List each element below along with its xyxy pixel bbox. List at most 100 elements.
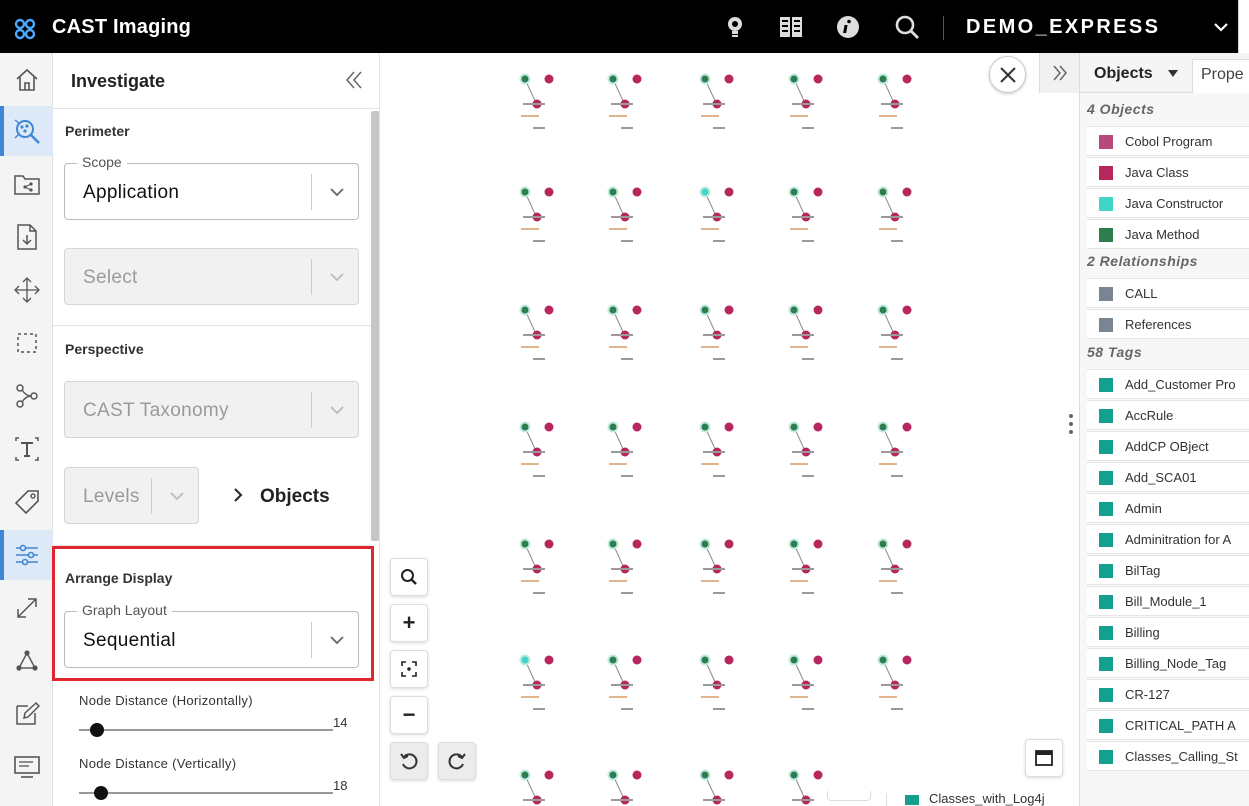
rail-home[interactable] [0, 55, 53, 105]
graph-node-cluster[interactable] [699, 421, 734, 478]
scope-select[interactable]: Scope Application [64, 154, 359, 220]
graph-node-cluster[interactable] [699, 769, 734, 806]
legend-tag-item[interactable]: Classes_Calling_St [1087, 741, 1249, 771]
graph-node-cluster[interactable] [607, 538, 642, 595]
graph-node-cluster[interactable] [788, 186, 823, 243]
graph-node-cluster[interactable] [699, 304, 734, 361]
zoom-in-button[interactable]: + [390, 604, 428, 642]
rail-graph[interactable] [0, 636, 53, 686]
legend-object-item[interactable]: Java Class [1087, 157, 1249, 187]
node-distance-v-thumb[interactable] [94, 786, 108, 800]
legend-tag-item[interactable]: Bill_Module_1 [1087, 586, 1249, 616]
legend-object-item[interactable]: Cobol Program [1087, 126, 1249, 156]
graph-node-cluster[interactable] [788, 73, 823, 130]
legend-relationship-item[interactable]: References [1087, 309, 1249, 339]
zoom-out-button[interactable]: − [390, 696, 428, 734]
graph-node-cluster[interactable] [607, 304, 642, 361]
graph-node-cluster[interactable] [607, 421, 642, 478]
close-button[interactable] [989, 56, 1026, 93]
rail-screen[interactable] [0, 742, 53, 792]
node-distance-h-slider[interactable] [79, 729, 333, 731]
tab-properties[interactable]: Prope [1192, 59, 1249, 93]
graph-node-cluster[interactable] [519, 421, 554, 478]
graph-node-cluster[interactable] [877, 654, 912, 711]
kebab-icon[interactable] [1068, 413, 1074, 435]
fit-view-button[interactable] [390, 650, 428, 688]
graph-node-cluster[interactable] [788, 654, 823, 711]
legend-tag-item[interactable]: Add_SCA01 [1087, 462, 1249, 492]
tab-objects[interactable]: Objects [1094, 65, 1153, 83]
graph-node-cluster[interactable] [699, 186, 734, 243]
legend-tag-item[interactable]: Billing [1087, 617, 1249, 647]
graph-node-cluster[interactable] [519, 73, 554, 130]
graph-node-cluster[interactable] [877, 186, 912, 243]
rail-file-download[interactable] [0, 212, 53, 262]
rail-expand[interactable] [0, 583, 53, 633]
chevron-down-icon[interactable] [1212, 18, 1230, 36]
graph-node-cluster[interactable] [877, 304, 912, 361]
rail-path[interactable] [0, 371, 53, 421]
legend-tag-item[interactable]: AccRule [1087, 400, 1249, 430]
report-icon[interactable] [778, 14, 804, 40]
legend-tag-item[interactable]: AddCP OBject [1087, 431, 1249, 461]
caret-down-icon[interactable] [1168, 70, 1178, 78]
graph-node-cluster[interactable] [519, 186, 554, 243]
graph-node-cluster[interactable] [699, 73, 734, 130]
search-icon[interactable] [894, 14, 920, 40]
graph-node-cluster[interactable] [699, 654, 734, 711]
redo-button[interactable] [438, 742, 476, 780]
rail-folder-share[interactable] [0, 159, 53, 209]
graph-node-cluster[interactable] [519, 538, 554, 595]
graph-node-cluster[interactable] [788, 769, 823, 806]
legend-tag-item[interactable]: Adminitration for A [1087, 524, 1249, 554]
bulb-icon[interactable] [722, 14, 748, 40]
graph-node-cluster[interactable] [519, 769, 554, 806]
graph-canvas[interactable]: + − [381, 53, 1079, 806]
panel-scrollbar[interactable] [371, 111, 379, 541]
legend-tag-item[interactable]: BilTag [1087, 555, 1249, 585]
graph-node-cluster[interactable] [788, 538, 823, 595]
perimeter-select[interactable]: Select [64, 248, 359, 305]
rail-settings-sliders[interactable] [0, 530, 53, 580]
undo-button[interactable] [390, 742, 428, 780]
canvas-search-button[interactable] [390, 558, 428, 596]
legend-tag-item[interactable]: Add_Customer Pro [1087, 369, 1249, 399]
graph-node-cluster[interactable] [607, 654, 642, 711]
graph-node-cluster[interactable] [607, 73, 642, 130]
rail-tag[interactable] [0, 477, 53, 527]
objects-link[interactable]: Objects [260, 486, 330, 508]
window-button[interactable] [1025, 739, 1063, 777]
rail-text[interactable] [0, 424, 53, 474]
legend-object-item[interactable]: Java Constructor [1087, 188, 1249, 218]
rail-select-area[interactable] [0, 318, 53, 368]
collapse-panel-icon[interactable] [343, 69, 365, 91]
rail-investigate[interactable] [0, 106, 53, 156]
graph-node-cluster[interactable] [877, 73, 912, 130]
node-distance-v-slider[interactable] [79, 792, 333, 794]
info-icon[interactable] [835, 14, 861, 40]
legend-tag-item[interactable]: Admin [1087, 493, 1249, 523]
graph-node-cluster[interactable] [519, 654, 554, 711]
taxonomy-select[interactable]: CAST Taxonomy [64, 381, 359, 438]
graph-node-cluster[interactable] [788, 421, 823, 478]
graph-node-cluster[interactable] [877, 538, 912, 595]
levels-select[interactable]: Levels [64, 467, 199, 524]
rail-edit[interactable] [0, 689, 53, 739]
legend-relationship-item[interactable]: CALL [1087, 278, 1249, 308]
chevron-right-icon[interactable] [231, 486, 245, 504]
graph-view[interactable] [381, 53, 1079, 806]
legend-tag-item[interactable]: Billing_Node_Tag [1087, 648, 1249, 678]
rail-move[interactable] [0, 265, 53, 315]
graph-node-cluster[interactable] [877, 421, 912, 478]
expand-legend-button[interactable] [1039, 53, 1079, 93]
graph-node-cluster[interactable] [699, 538, 734, 595]
node-distance-h-thumb[interactable] [90, 723, 104, 737]
legend-tag-item[interactable]: CR-127 [1087, 679, 1249, 709]
legend-object-item[interactable]: Java Method [1087, 219, 1249, 249]
legend-tag-item[interactable]: CRITICAL_PATH A [1087, 710, 1249, 740]
graph-node-cluster[interactable] [519, 304, 554, 361]
graph-node-cluster[interactable] [607, 769, 642, 806]
application-name[interactable]: DEMO_EXPRESS [966, 16, 1160, 39]
graph-node-cluster[interactable] [788, 304, 823, 361]
graph-node-cluster[interactable] [607, 186, 642, 243]
